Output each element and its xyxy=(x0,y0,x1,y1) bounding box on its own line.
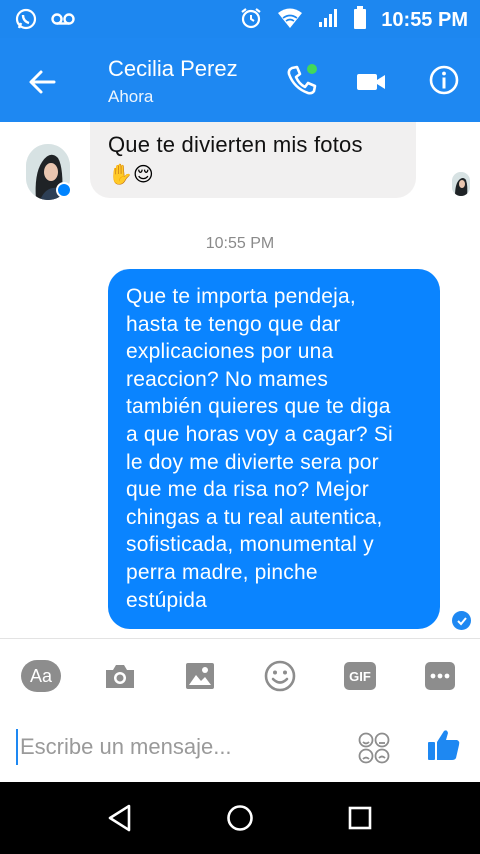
messenger-badge-icon xyxy=(56,182,72,198)
status-time: 10:55 PM xyxy=(381,9,468,31)
info-icon xyxy=(429,65,459,95)
chat-header: Cecilia Perez Ahora xyxy=(0,38,480,122)
video-camera-icon xyxy=(357,74,385,90)
triangle-back-icon xyxy=(108,804,131,832)
incoming-message-text: Que te divierten mis fotos xyxy=(108,132,363,157)
nav-recents-button[interactable] xyxy=(342,800,378,836)
more-options-button[interactable] xyxy=(425,662,455,690)
incoming-message-emoji: ✋😌 xyxy=(108,164,154,186)
camera-icon xyxy=(106,665,134,688)
outgoing-line: reaccion? No mames xyxy=(126,367,329,391)
image-icon xyxy=(186,663,214,689)
outgoing-line: también quieres que te diga xyxy=(126,395,391,419)
alarm-icon xyxy=(239,6,263,35)
outgoing-line: estúpida xyxy=(126,588,207,612)
signal-icon xyxy=(317,7,339,34)
outgoing-line: chingas a tu real autentica, xyxy=(126,505,383,529)
gallery-button[interactable] xyxy=(184,659,216,693)
contact-name[interactable]: Cecilia Perez xyxy=(108,56,238,82)
outgoing-line: sofisticada, monumental y xyxy=(126,533,374,557)
sticker-button[interactable] xyxy=(357,731,391,765)
square-recents-icon xyxy=(348,806,372,830)
info-button[interactable] xyxy=(426,62,462,98)
smiley-icon xyxy=(264,660,296,692)
message-timestamp: 10:55 PM xyxy=(205,235,275,252)
gif-button[interactable]: GIF xyxy=(344,662,376,690)
text-format-button[interactable]: Aa xyxy=(21,660,61,692)
outgoing-line: explicaciones por una xyxy=(126,340,334,364)
conversation-area[interactable]: Que te divierten mis fotos ✋😌 10:55 PM Q… xyxy=(0,122,480,638)
message-composer: Aa GIF xyxy=(0,638,480,782)
battery-icon xyxy=(353,6,367,35)
status-bar: 10:55 PM xyxy=(0,0,480,38)
outgoing-line: a que horas voy a cagar? Si xyxy=(126,422,393,446)
video-call-button[interactable] xyxy=(354,64,390,100)
system-navigation-bar xyxy=(0,782,480,854)
nav-home-button[interactable] xyxy=(222,800,258,836)
seen-avatar xyxy=(452,172,470,196)
sticker-faces-icon xyxy=(358,732,390,764)
outgoing-line: hasta te tengo que dar xyxy=(126,312,341,336)
circle-home-icon xyxy=(227,805,253,831)
nav-back-button[interactable] xyxy=(102,800,138,836)
outgoing-message-text: Que te importa pendeja, hasta te tengo q… xyxy=(126,283,422,614)
phone-icon xyxy=(287,64,317,95)
outgoing-message[interactable]: Que te importa pendeja, hasta te tengo q… xyxy=(108,269,440,629)
camera-button[interactable] xyxy=(104,659,136,693)
outgoing-line: perra madre, pinche xyxy=(126,560,318,584)
wifi-icon xyxy=(277,7,303,34)
thumbs-up-icon xyxy=(428,730,460,760)
message-input[interactable] xyxy=(16,729,336,765)
incoming-message[interactable]: Que te divierten mis fotos ✋😌 xyxy=(90,122,416,198)
voice-call-button[interactable] xyxy=(284,62,320,98)
back-button[interactable] xyxy=(24,64,60,100)
outgoing-line: Que te importa pendeja, xyxy=(126,285,356,308)
online-dot xyxy=(307,64,317,74)
outgoing-line: le doy me divierte sera por xyxy=(126,450,379,474)
emoji-button[interactable] xyxy=(264,659,296,693)
outgoing-line: que me da risa no? Mejor xyxy=(126,478,369,502)
more-dots-icon xyxy=(430,673,450,679)
delivered-check-icon xyxy=(452,611,471,630)
whatsapp-icon xyxy=(14,7,38,36)
voicemail-icon xyxy=(50,7,76,36)
arrow-left-icon xyxy=(29,70,56,94)
contact-status: Ahora xyxy=(108,87,154,106)
like-button[interactable] xyxy=(426,727,462,763)
